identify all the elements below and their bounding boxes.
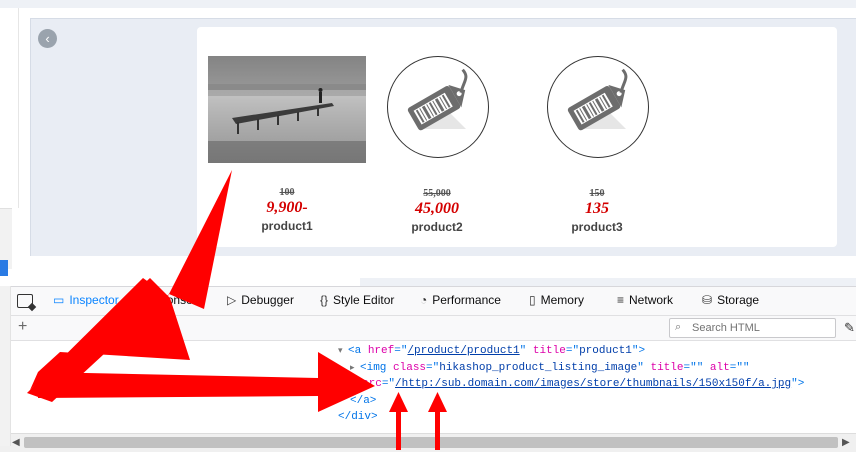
product-new-price: 9,900- [266, 199, 308, 216]
search-html-input[interactable] [690, 320, 834, 336]
product-card[interactable]: 100 9,900- product1 [208, 56, 366, 233]
markup-attr: src [362, 378, 382, 390]
markup-eq: =" [426, 362, 440, 374]
element-picker-icon[interactable] [17, 294, 33, 308]
markup-attr: alt [709, 362, 730, 374]
tab-label: Style Editor [333, 293, 395, 307]
console-icon: ⊡ [143, 293, 154, 307]
tab-network[interactable]: ≡ Network [617, 293, 673, 307]
price-tag-icon[interactable] [547, 56, 649, 158]
markup-tag: <a [348, 345, 368, 357]
markup-attr: title [532, 345, 566, 357]
product-name[interactable]: product2 [387, 220, 487, 234]
scroll-left-icon[interactable]: ◀ [12, 437, 20, 448]
memory-icon: ▯ [529, 293, 536, 307]
markup-eq: ="" [729, 362, 750, 374]
markup-view: ▾ <a href="/product/product1" title="prod… [0, 341, 856, 433]
markup-line-close-a[interactable]: </a> [350, 395, 376, 407]
tab-memory[interactable]: ▯ Memory [529, 293, 584, 307]
markup-line-close-div[interactable]: </div> [338, 411, 378, 423]
product-old-price: 150 [589, 188, 605, 199]
product-old-price: 100 [279, 187, 295, 198]
product-new-price: 135 [585, 200, 609, 217]
markup-value: product1 [579, 345, 632, 357]
tab-label: Inspector [69, 293, 119, 307]
eyedropper-icon[interactable]: ✎ [844, 320, 855, 336]
scroll-right-icon[interactable]: ▶ [842, 437, 850, 448]
markup-eq: " [519, 345, 533, 357]
tab-style-editor[interactable]: {} Style Editor [320, 293, 394, 307]
add-node-icon[interactable]: + [18, 318, 27, 336]
search-html-box[interactable]: ⌕ [669, 318, 836, 338]
tab-inspector[interactable]: ▭ Inspector [53, 293, 119, 307]
search-icon: ⌕ [675, 321, 682, 333]
devtools-toolbar: ▭ Inspector ⊡ Console ▷ Debugger {} Styl… [0, 287, 856, 316]
product-name[interactable]: product3 [547, 220, 647, 234]
storage-icon: ⛁ [702, 293, 713, 307]
markup-eq: =" [381, 378, 396, 390]
tab-label: Console [158, 293, 203, 307]
page-top-strip [0, 0, 856, 8]
markup-line-img[interactable]: ▸ <img class="hikashop_product_listing_im… [350, 362, 750, 374]
inspector-subtoolbar: + ⌕ ✎ [0, 316, 856, 341]
network-icon: ≡ [617, 293, 625, 307]
markup-eq: =" [394, 345, 408, 357]
inspector-icon: ▭ [53, 293, 65, 307]
style-editor-icon: {} [320, 293, 329, 307]
page-lower-strip [360, 278, 856, 286]
tab-console[interactable]: ⊡ Console [143, 293, 202, 307]
tab-label: Debugger [241, 293, 294, 307]
sidebar-active-marker [0, 260, 8, 276]
product-new-price: 45,000 [415, 200, 459, 217]
tab-label: Memory [540, 293, 584, 307]
price-tag-icon[interactable] [387, 56, 489, 158]
page-gap [30, 256, 856, 274]
product-image-pier-photo[interactable] [208, 56, 366, 163]
debugger-icon: ▷ [227, 293, 237, 307]
markup-tag: "> [631, 345, 646, 357]
left-sidebar-panel [0, 8, 19, 208]
devtools-left-edge [0, 286, 11, 446]
expand-triangle-icon[interactable]: ▾ [338, 346, 348, 356]
markup-link[interactable]: /http:/sub.domain.com/images/store/thumb… [395, 378, 791, 390]
collapse-triangle-icon[interactable]: ▸ [350, 363, 360, 373]
tab-debugger[interactable]: ▷ Debugger [227, 293, 294, 307]
product-carousel: 100 9,900- product1 55,000 45,000 produc… [197, 27, 837, 247]
markup-line-src[interactable]: src="/http:/sub.domain.com/images/store/… [362, 378, 804, 390]
product-card[interactable]: 55,000 45,000 product2 [387, 56, 489, 234]
tab-label: Storage [717, 293, 760, 307]
markup-tag: "> [791, 378, 805, 390]
tab-performance[interactable]: ◔ Performance [420, 293, 501, 307]
markup-attr: title [650, 362, 684, 374]
markup-attr: href [367, 345, 395, 357]
markup-line-anchor[interactable]: ▾ <a href="/product/product1" title="prod… [338, 345, 645, 357]
markup-tag: <img [360, 362, 394, 374]
markup-value: hikashop_product_listing_image [439, 362, 638, 374]
tab-label: Network [629, 293, 674, 307]
markup-eq: =" [565, 345, 580, 357]
markup-attr: class [393, 362, 427, 374]
devtools-panel: ▭ Inspector ⊡ Console ▷ Debugger {} Styl… [0, 286, 856, 452]
product-name[interactable]: product1 [208, 219, 366, 233]
scrollbar-thumb[interactable] [24, 437, 838, 448]
product-card[interactable]: 150 135 product3 [547, 56, 649, 234]
horizontal-scrollbar[interactable]: ◀ ▶ [0, 433, 856, 452]
carousel-prev-button[interactable]: ‹ [38, 29, 57, 48]
performance-icon: ◔ [420, 293, 428, 307]
product-old-price: 55,000 [423, 188, 451, 199]
markup-eq: ="" [683, 362, 710, 374]
chevron-left-icon: ‹ [45, 31, 50, 46]
tab-label: Performance [432, 293, 501, 307]
markup-eq: " [637, 362, 651, 374]
tab-storage[interactable]: ⛁ Storage [702, 293, 759, 307]
markup-link[interactable]: /product/product1 [407, 345, 519, 357]
